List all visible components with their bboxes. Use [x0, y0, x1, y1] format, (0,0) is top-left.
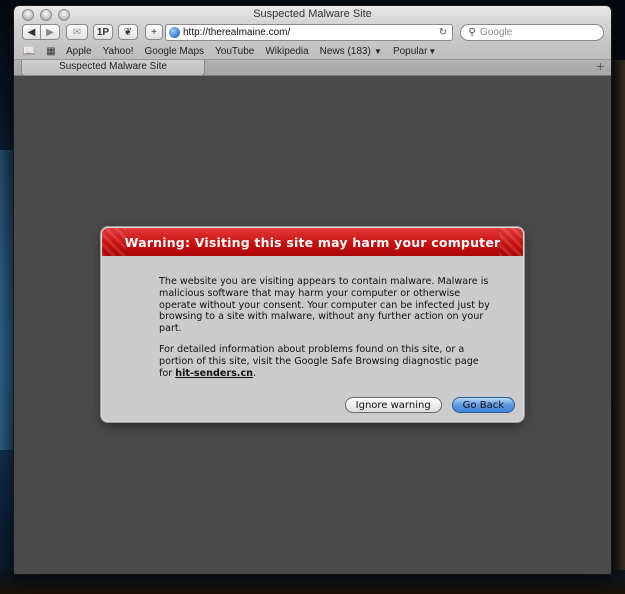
chevron-down-icon: ▼ — [371, 46, 382, 56]
bookmark-wikipedia[interactable]: Wikipedia — [265, 46, 308, 57]
dialog-buttons: Ignore warning Go Back — [344, 397, 515, 413]
page-content: Warning: Visiting this site may harm you… — [14, 77, 611, 574]
search-icon: ⚲ — [468, 27, 476, 38]
bookmark-youtube[interactable]: YouTube — [215, 46, 254, 57]
bookmark-google-maps[interactable]: Google Maps — [145, 46, 204, 57]
title-bar: Suspected Malware Site — [14, 6, 611, 23]
back-button[interactable]: ◀ — [22, 24, 41, 40]
warning-paragraph-1: The website you are visiting appears to … — [159, 276, 490, 335]
go-back-button[interactable]: Go Back — [451, 397, 515, 413]
forward-button[interactable]: ▶ — [41, 24, 60, 40]
bookmark-popular-folder[interactable]: Popular▼ — [393, 46, 436, 57]
popular-label: Popular — [392, 45, 428, 57]
tab-bar: Suspected Malware Site + — [14, 60, 611, 76]
warning-header: Warning: Visiting this site may harm you… — [102, 228, 523, 256]
bookmark-apple[interactable]: Apple — [66, 46, 92, 57]
window-title: Suspected Malware Site — [253, 8, 372, 20]
diagnostic-link[interactable]: hit-senders.cn — [175, 368, 253, 379]
address-bar[interactable]: http://therealmaine.com/ ↻ — [165, 24, 453, 41]
new-tab-button[interactable]: + — [596, 60, 605, 73]
bookmark-yahoo[interactable]: Yahoo! — [103, 46, 134, 57]
evernote-elephant-icon: ❦ — [123, 26, 133, 38]
tab-suspected-malware-site[interactable]: Suspected Malware Site — [21, 60, 205, 76]
grid-icon[interactable]: ▦ — [44, 45, 58, 57]
malware-warning-dialog: Warning: Visiting this site may harm you… — [102, 228, 523, 421]
globe-icon — [169, 27, 180, 38]
chevron-down-icon: ▼ — [428, 46, 437, 56]
forward-arrow-icon: ▶ — [46, 26, 54, 38]
address-text: http://therealmaine.com/ — [183, 27, 291, 38]
warning-body: The website you are visiting appears to … — [102, 256, 523, 379]
news-label: News (183) — [319, 45, 371, 57]
mail-link-button[interactable]: ✉ — [66, 24, 88, 40]
onepassword-label: 1P — [96, 26, 110, 38]
reload-icon[interactable]: ↻ — [437, 27, 449, 38]
browser-window: Suspected Malware Site ◀ ▶ ✉ 1P ❦ + http… — [14, 6, 611, 574]
bookmarks-bar: 📖 ▦ Apple Yahoo! Google Maps YouTube Wik… — [14, 43, 611, 60]
search-field[interactable]: ⚲ Google — [460, 24, 604, 41]
ignore-warning-button[interactable]: Ignore warning — [344, 397, 442, 413]
toolbar: ◀ ▶ ✉ 1P ❦ + http://therealmaine.com/ ↻ … — [14, 23, 611, 43]
evernote-button[interactable]: ❦ — [118, 24, 138, 40]
book-icon[interactable]: 📖 — [22, 45, 36, 57]
warning-title: Warning: Visiting this site may harm you… — [124, 234, 501, 250]
header-stripes-right — [499, 228, 523, 256]
back-arrow-icon: ◀ — [27, 26, 36, 38]
search-placeholder: Google — [480, 27, 513, 38]
add-bookmark-button[interactable]: + — [145, 24, 163, 40]
warning-paragraph-2: For detailed information about problems … — [159, 344, 491, 379]
paragraph-2-end: . — [252, 367, 257, 379]
bookmark-news-folder[interactable]: News (183) ▼ — [320, 46, 382, 57]
desktop-glow-right — [609, 60, 625, 580]
header-stripes-left — [102, 228, 126, 256]
envelope-icon: ✉ — [72, 26, 82, 38]
plus-icon: + — [151, 26, 157, 38]
onepassword-button[interactable]: 1P — [93, 24, 113, 40]
